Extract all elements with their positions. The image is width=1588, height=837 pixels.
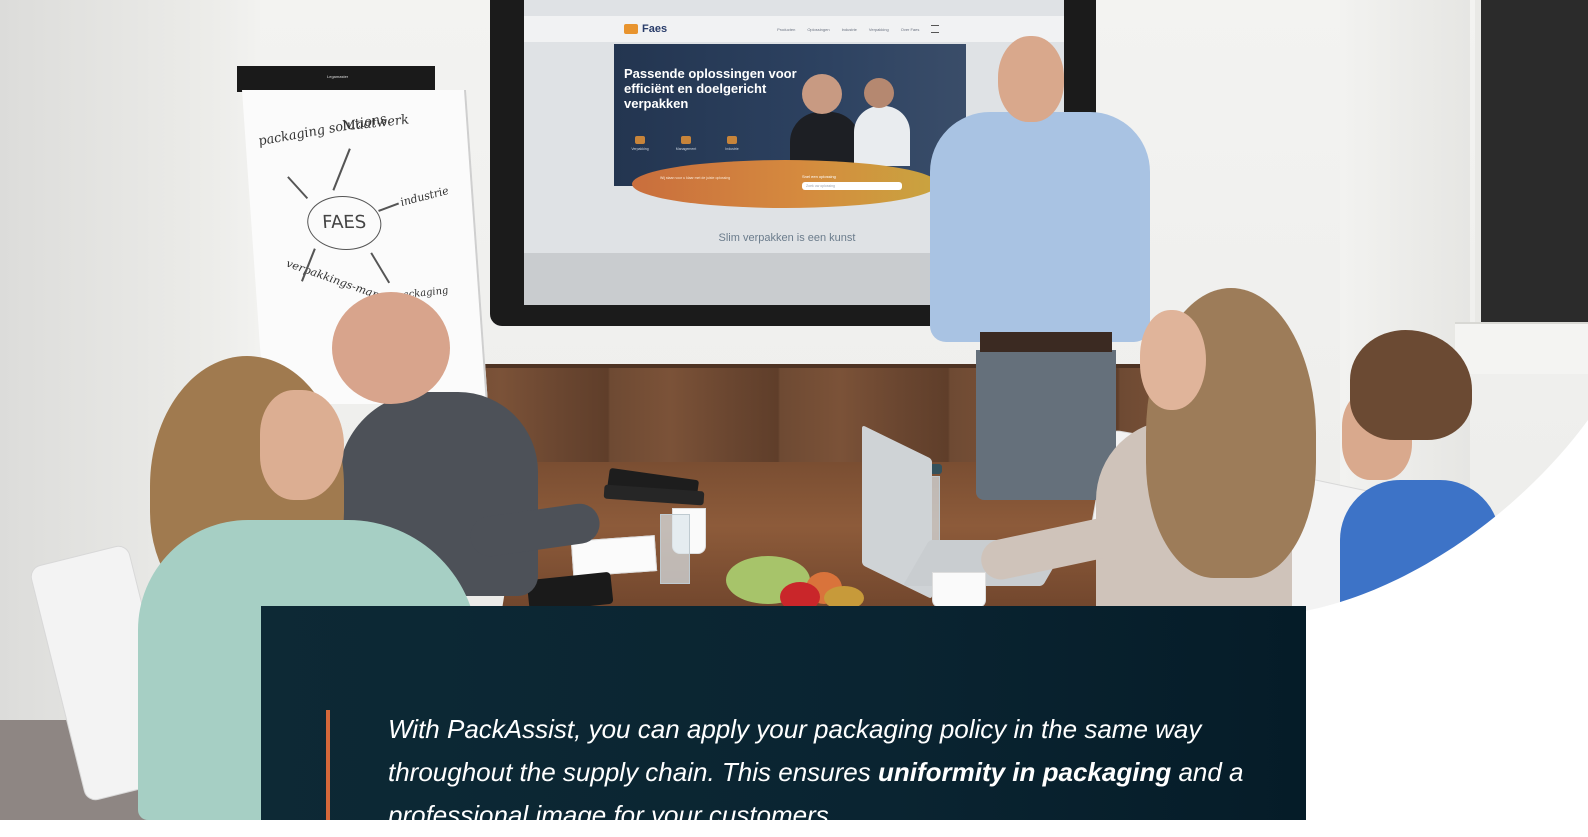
hero-icon-item: Management — [672, 136, 700, 151]
coffee-cup — [932, 572, 986, 608]
presenter — [998, 36, 1064, 122]
website-nav: Producten Oplossingen Industrie Verpakki… — [777, 27, 919, 32]
attendee — [332, 292, 450, 404]
band-text: Wij staan voor u klaar met de juiste opl… — [660, 176, 731, 180]
website-logo: Faes — [624, 23, 667, 35]
attendee — [1140, 310, 1206, 410]
attendee — [260, 390, 344, 500]
flipchart-word: industrie — [398, 184, 451, 209]
nav-item: Oplossingen — [807, 26, 830, 32]
box-icon — [635, 136, 645, 144]
website-search-band: Wij staan voor u klaar met de juiste opl… — [632, 160, 938, 208]
quote-accent-bar — [326, 710, 330, 820]
band-search-input: Zoek uw oplossing — [802, 182, 902, 190]
water-glass — [660, 514, 690, 584]
hero-title: Passende oplossingen voor efficiënt en d… — [624, 66, 797, 111]
flipchart-center: FAES — [305, 196, 384, 250]
website-logo-text: Faes — [642, 23, 668, 35]
doorway — [1475, 0, 1588, 330]
factory-icon — [727, 136, 737, 144]
presenter — [930, 112, 1150, 342]
band-label: Snel een oplossing — [802, 174, 836, 179]
quote-emphasis: uniformity in packaging — [877, 757, 1172, 787]
website-header: Faes Producten Oplossingen Industrie Ver… — [524, 16, 1064, 42]
faes-logo-icon — [624, 24, 638, 34]
quote-text: With PackAssist, you can apply your pack… — [388, 708, 1268, 837]
flipchart-header: Legamaster — [237, 66, 435, 92]
nav-item: Verpakking — [868, 26, 889, 32]
gear-icon — [681, 136, 691, 144]
hero-icon-item: Verpakking — [626, 136, 654, 151]
nav-item: Producten — [777, 26, 796, 32]
attendee — [1340, 480, 1500, 620]
nav-item: Industrie — [841, 26, 857, 32]
hero-icon-item: Industrie — [718, 136, 746, 151]
flipchart-brand: Legamaster — [327, 74, 349, 79]
counter — [1455, 322, 1588, 374]
hero-icon-row: Verpakking Management Industrie — [626, 136, 746, 151]
presenter — [976, 350, 1116, 500]
quote-card: With PackAssist, you can apply your pack… — [261, 606, 1306, 830]
menu-icon — [931, 25, 940, 33]
flipchart-word: Maatwerk — [341, 112, 411, 135]
presenter — [980, 332, 1112, 352]
nav-item: Over Faes — [900, 26, 920, 32]
